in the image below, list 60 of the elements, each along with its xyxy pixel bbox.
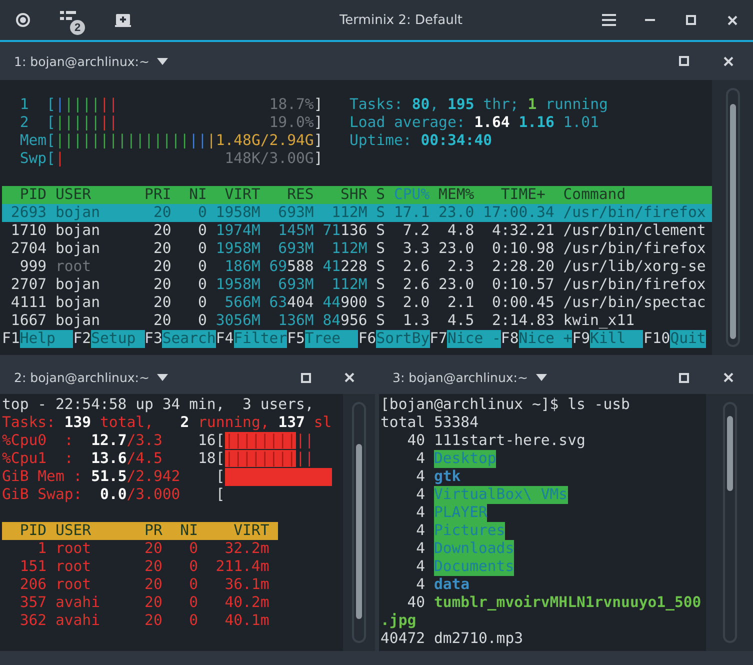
close-icon (344, 372, 355, 383)
window-title: Terminix 2: Default (338, 12, 464, 28)
process-row[interactable]: 999 root 20 0 186M 69588 41228 S 2.6 2.3 2:28.20 /usr/lib/xorg-se (2, 258, 712, 276)
terminal-line: %Cpu0 : 12.7/3.3 16[|||||||||| (2, 432, 315, 450)
terminal-line: 206 root 20 0 36.1m (18, 576, 270, 594)
terminal-line: 2 [||||||| 19.0%] Load average: 1.64 1.16 1.01 (18, 114, 600, 132)
maximize-icon (679, 56, 689, 66)
table-header: PID USER PRI NI VIRT RES SHR S CPU% MEM% TIME+ Command (2, 186, 712, 204)
terminal-line: 4 VirtualBox\ VMs (415, 486, 569, 504)
maximize-icon (679, 372, 689, 382)
terminal-line: GiB Swap: 0.0/3.000 [ (2, 486, 226, 504)
terminal-line: GiB Mem : 51.5/2.942 [ (2, 468, 342, 486)
terminal-line: 40 111start-here.svg (406, 432, 586, 450)
terminal-line: 4 Documents (415, 558, 516, 576)
circle-dot-icon (15, 12, 31, 28)
terminal-line: total 53384 (380, 414, 480, 432)
terminal-menu-button[interactable]: 3: bojan@archlinux:~ (392, 370, 547, 385)
process-row[interactable]: 1667 bojan 20 0 3056M 136M 84956 S 1.3 4.5 2:14.83 kwin_x11 (2, 312, 712, 330)
terminal-line: 40 tumblr_mvoirvMHLN1rvnuuyo1_500 (406, 594, 702, 612)
monitor-plus-icon (115, 13, 131, 27)
process-row[interactable]: 4111 bojan 20 0 566M 63404 44900 S 2.0 2.1 0:00.45 /usr/bin/spectac (2, 294, 712, 312)
terminal-line: 4 Desktop (415, 450, 498, 468)
terminal-line: 4 gtk (415, 468, 462, 486)
terminal-line: 1 [||||||| 18.7%] Tasks: 80, 195 thr; 1 running (18, 96, 609, 114)
terminal-line: 4 data (415, 576, 471, 594)
terminal-line: [bojan@archlinux ~]$ ls -usb (380, 396, 631, 414)
close-icon (722, 56, 734, 66)
minimize-icon (645, 19, 655, 21)
terminal-line: 151 root 20 0 211.4m (18, 558, 270, 576)
terminal-line: 40472 dm2710.mp3 (380, 630, 524, 648)
process-row[interactable]: 2707 bojan 20 0 1958M 693M 112M S 2.6 23.0 0:10.57 /usr/bin/firefox (2, 276, 712, 294)
terminal-line: Swp[| 148K/3.00G] (18, 150, 324, 168)
terminal-line: Tasks: 139 total, 2 running, 137 sl (2, 414, 333, 432)
scrollbar[interactable] (726, 88, 740, 347)
terminal-line: .jpg (380, 612, 418, 630)
scrollbar[interactable] (722, 402, 736, 643)
session-count-badge: 2 (69, 19, 86, 36)
terminal-line: 357 avahi 20 0 40.2m (18, 594, 270, 612)
close-icon (726, 14, 738, 26)
terminal-line: Mem[||||||||||||||||||1.48G/2.94G] Uptime: 00:34:40 (18, 132, 494, 150)
scrollbar[interactable] (352, 402, 366, 643)
maximize-icon (686, 15, 696, 25)
process-row[interactable]: 1710 bojan 20 0 1974M 145M 71136 S 7.2 4.8 4:32.21 /usr/bin/clement (2, 222, 712, 240)
caret-icon (157, 58, 168, 64)
maximize-icon (300, 372, 310, 382)
terminal-line: 362 avahi 20 0 40.1m (18, 612, 270, 630)
terminal-menu-button[interactable]: 2: bojan@archlinux:~ (14, 370, 168, 385)
table-header: PID USER PR NI VIRT (2, 522, 278, 540)
caret-icon (157, 374, 168, 381)
terminal-line: top - 22:54:58 up 34 min, 3 users, (2, 396, 315, 414)
close-icon (722, 372, 734, 383)
terminal-line: 4 Downloads (415, 540, 516, 558)
terminal-line: %Cpu1 : 13.6/4.5 18[|||||||||| (2, 450, 315, 468)
process-row[interactable]: 2704 bojan 20 0 1958M 693M 112M S 3.3 23.0 0:10.98 /usr/bin/firefox (2, 240, 712, 258)
caret-icon (536, 374, 547, 381)
terminal-menu-button[interactable]: 1: bojan@archlinux:~ (14, 54, 168, 68)
sessions-button[interactable]: 2 (60, 10, 86, 36)
terminal-line: 1 root 20 0 32.2m (36, 540, 270, 558)
terminal-line: 4 Pictures (415, 522, 506, 540)
menu-icon (602, 14, 616, 26)
